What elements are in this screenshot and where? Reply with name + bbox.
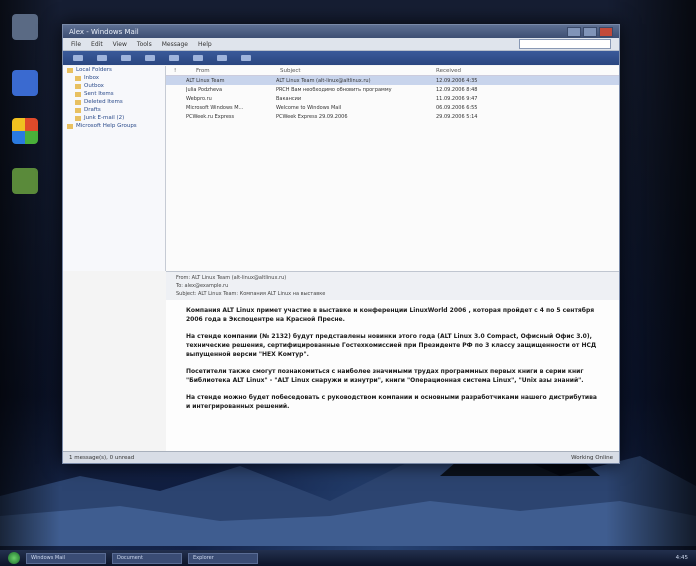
reply-icon[interactable] bbox=[97, 55, 107, 61]
mail-window: Alex - Windows Mail File Edit View Tools… bbox=[62, 24, 620, 464]
folder-drafts[interactable]: Drafts bbox=[63, 106, 165, 114]
folder-icon bbox=[67, 67, 73, 73]
folder-icon bbox=[75, 107, 81, 113]
col-from[interactable]: From bbox=[196, 68, 280, 74]
close-button[interactable] bbox=[599, 26, 613, 37]
folder-microsoft-help-groups[interactable]: Microsoft Help Groups bbox=[63, 122, 165, 130]
list-item[interactable]: PCWeek.ru Express PCWeek Express 29.09.2… bbox=[166, 112, 619, 121]
start-button[interactable] bbox=[8, 552, 20, 564]
toolbar bbox=[63, 51, 619, 65]
col-flag[interactable]: ! bbox=[174, 68, 196, 74]
body-paragraph: На стенде компании (№ 2132) будут предст… bbox=[186, 333, 597, 358]
taskbar-item[interactable]: Explorer bbox=[188, 552, 258, 564]
taskbar-item[interactable]: Windows Mail bbox=[26, 552, 106, 564]
preview-to: To: alex@example.ru bbox=[176, 283, 229, 289]
folder-icon bbox=[75, 83, 81, 89]
folder-icon bbox=[75, 115, 81, 121]
col-received[interactable]: Received bbox=[436, 68, 461, 74]
folder-inbox[interactable]: Inbox bbox=[63, 74, 165, 82]
newsgroup-icon bbox=[67, 123, 73, 129]
taskbar-item[interactable]: Document bbox=[112, 552, 182, 564]
menu-message[interactable]: Message bbox=[162, 41, 188, 48]
menu-tools[interactable]: Tools bbox=[137, 41, 152, 48]
folder-pane: Local Folders Inbox Outbox Sent Items De… bbox=[63, 66, 166, 271]
col-subject[interactable]: Subject bbox=[280, 68, 436, 74]
list-item[interactable]: ALT Linux Team ALT Linux Team (alt-linux… bbox=[166, 76, 619, 85]
message-list: ! From Subject Received ALT Linux Team A… bbox=[166, 66, 619, 271]
folder-icon bbox=[75, 99, 81, 105]
folder-junk-email[interactable]: Junk E-mail (2) bbox=[63, 114, 165, 122]
reply-all-icon[interactable] bbox=[121, 55, 131, 61]
preview-from: From: ALT Linux Team (alt-linux@altlinux… bbox=[176, 275, 287, 281]
list-item[interactable]: Julia Podzheva PRCH Вам необходимо обнов… bbox=[166, 85, 619, 94]
minimize-button[interactable] bbox=[567, 26, 581, 37]
list-header: ! From Subject Received bbox=[166, 66, 619, 76]
window-controls bbox=[567, 26, 613, 37]
delete-icon[interactable] bbox=[241, 55, 251, 61]
body-paragraph: Посетители также смогут познакомиться с … bbox=[186, 368, 584, 384]
window-title: Alex - Windows Mail bbox=[69, 27, 139, 36]
status-left: 1 message(s), 0 unread bbox=[69, 454, 135, 461]
body-paragraph: Компания ALT Linux примет участие в выст… bbox=[186, 307, 595, 323]
menu-file[interactable]: File bbox=[71, 41, 81, 48]
maximize-button[interactable] bbox=[583, 26, 597, 37]
menu-bar: File Edit View Tools Message Help bbox=[63, 38, 619, 51]
calendar-icon[interactable] bbox=[217, 55, 227, 61]
title-bar[interactable]: Alex - Windows Mail bbox=[63, 25, 619, 38]
recycle-bin-icon[interactable] bbox=[12, 14, 38, 40]
folder-icon bbox=[75, 75, 81, 81]
send-receive-icon[interactable] bbox=[169, 55, 179, 61]
preview-subject: Subject: ALT Linux Team: Компания ALT Li… bbox=[176, 291, 326, 297]
windows-logo-icon[interactable] bbox=[12, 118, 38, 144]
preview-header: From: ALT Linux Team (alt-linux@altlinux… bbox=[166, 272, 619, 300]
folder-outbox[interactable]: Outbox bbox=[63, 82, 165, 90]
clock: 4:45 bbox=[675, 555, 688, 561]
search-input[interactable] bbox=[519, 39, 611, 49]
forward-icon[interactable] bbox=[145, 55, 155, 61]
list-item[interactable]: Webpro.ru Вакансии 11.09.2006 9:47 bbox=[166, 94, 619, 103]
create-mail-icon[interactable] bbox=[73, 55, 83, 61]
menu-help[interactable]: Help bbox=[198, 41, 212, 48]
folder-deleted-items[interactable]: Deleted Items bbox=[63, 98, 165, 106]
message-body: Компания ALT Linux примет участие в выст… bbox=[166, 300, 619, 411]
status-bar: 1 message(s), 0 unread Working Online bbox=[63, 451, 619, 463]
menu-edit[interactable]: Edit bbox=[91, 41, 103, 48]
contacts-icon[interactable] bbox=[193, 55, 203, 61]
list-item[interactable]: Microsoft Windows M... Welcome to Window… bbox=[166, 103, 619, 112]
menu-view[interactable]: View bbox=[113, 41, 127, 48]
status-online: Working Online bbox=[571, 454, 613, 461]
folder-local-folders[interactable]: Local Folders bbox=[63, 66, 165, 74]
body-paragraph: На стенде можно будет побеседовать с рук… bbox=[186, 394, 597, 410]
preview-pane: From: ALT Linux Team (alt-linux@altlinux… bbox=[166, 271, 619, 452]
taskbar: Windows Mail Document Explorer 4:45 bbox=[0, 550, 696, 566]
network-icon[interactable] bbox=[12, 168, 38, 194]
folder-icon bbox=[75, 91, 81, 97]
folder-sent-items[interactable]: Sent Items bbox=[63, 90, 165, 98]
help-icon[interactable] bbox=[12, 70, 38, 96]
